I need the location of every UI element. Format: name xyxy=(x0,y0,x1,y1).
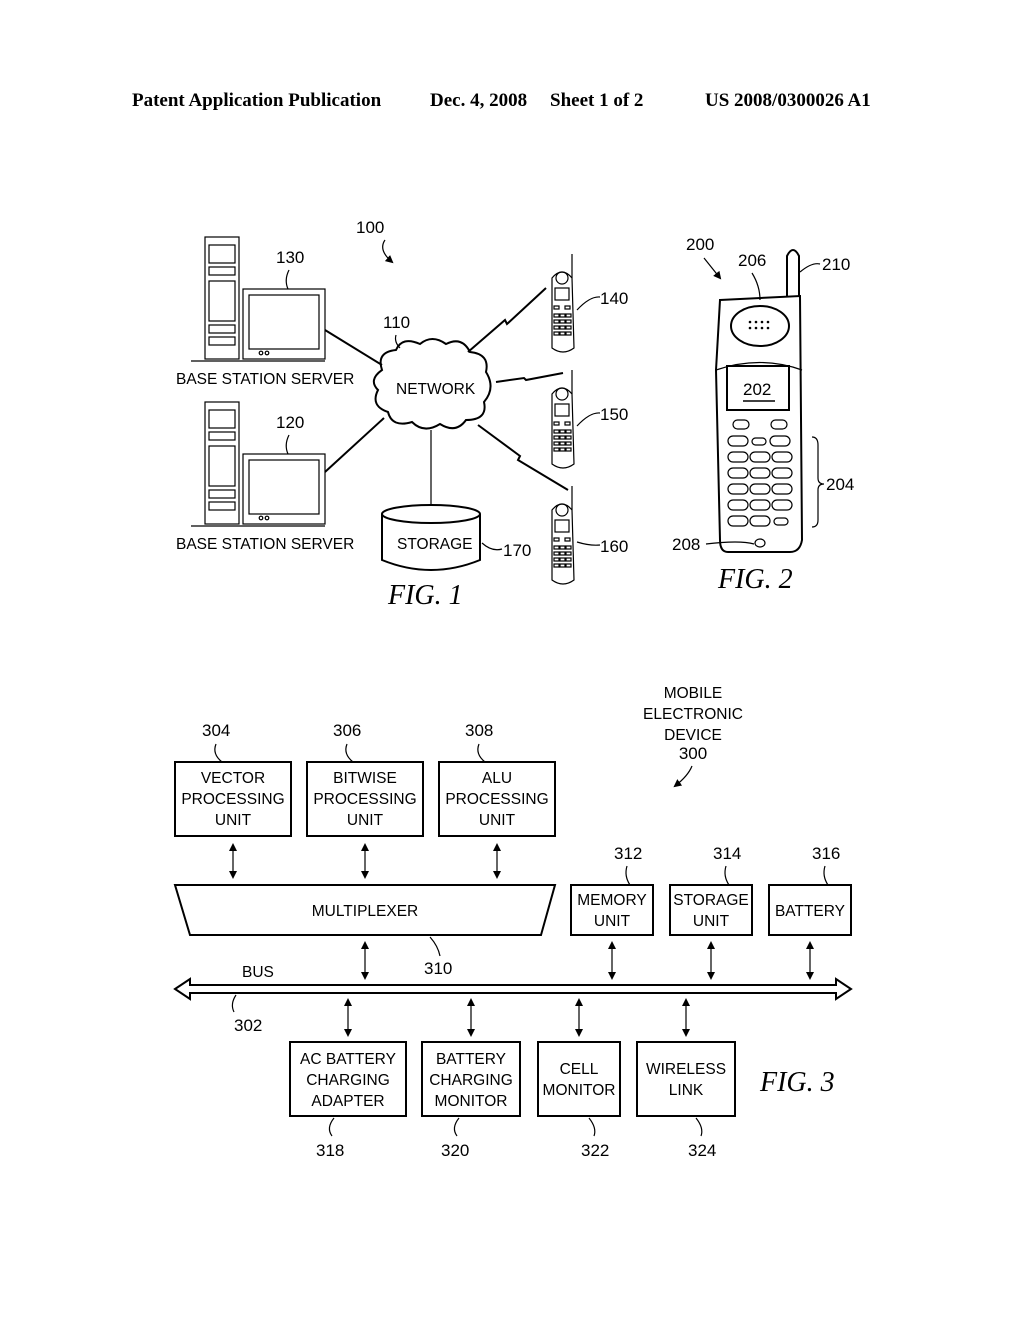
ref-318: 318 xyxy=(316,1141,344,1160)
ref-302: 302 xyxy=(234,1016,262,1035)
device-title-line-3: DEVICE xyxy=(664,727,722,744)
unit-312-line-2: UNIT xyxy=(594,913,631,930)
unit-306-line-3: UNIT xyxy=(347,812,384,829)
unit-318-line-2: CHARGING xyxy=(306,1072,390,1089)
fig2: 200 206 210 202 204 208 FIG. 2 xyxy=(672,235,854,595)
unit-318: AC BATTERY CHARGING ADAPTER 318 xyxy=(289,1041,407,1160)
wireless-link-140 xyxy=(467,287,547,353)
unit-306-line-1: BITWISE xyxy=(333,770,397,787)
phone-160-icon xyxy=(551,485,575,585)
unit-318-line-3: ADAPTER xyxy=(311,1093,384,1110)
ref-200: 200 xyxy=(686,235,714,254)
ref-320: 320 xyxy=(441,1141,469,1160)
ref-210: 210 xyxy=(822,255,850,274)
fig3-caption: FIG. 3 xyxy=(759,1067,835,1098)
server-120-icon xyxy=(190,401,326,527)
ref-206: 206 xyxy=(738,251,766,270)
ref-170: 170 xyxy=(503,541,531,560)
ref-160: 160 xyxy=(600,537,628,556)
fig3: MOBILE ELECTRONIC DEVICE 300 304 VECTOR … xyxy=(173,685,853,1160)
unit-306-line-2: PROCESSING xyxy=(313,791,416,808)
phone-150-icon xyxy=(551,369,575,469)
wireless-link-160 xyxy=(477,424,569,491)
unit-304-line-3: UNIT xyxy=(215,812,252,829)
unit-304: 304 VECTOR PROCESSING UNIT xyxy=(174,721,292,837)
unit-314: 314 STORAGE UNIT xyxy=(669,844,753,936)
unit-324-line-2: LINK xyxy=(669,1082,704,1099)
patent-drawings: 100 130 BASE STATION SERVER 120 BASE STA… xyxy=(173,218,854,1160)
network-label: NETWORK xyxy=(396,381,476,398)
ref-304: 304 xyxy=(202,721,230,740)
fig1-caption: FIG. 1 xyxy=(387,580,463,611)
unit-320-line-2: CHARGING xyxy=(429,1072,513,1089)
wireless-link-150 xyxy=(495,372,564,383)
unit-320-line-1: BATTERY xyxy=(436,1051,506,1068)
fig2-caption: FIG. 2 xyxy=(717,564,793,595)
multiplexer-label: MULTIPLEXER xyxy=(312,903,419,920)
unit-320: BATTERY CHARGING MONITOR 320 xyxy=(421,1041,521,1160)
ref-314: 314 xyxy=(713,844,741,863)
unit-304-line-1: VECTOR xyxy=(201,770,265,787)
ref-310: 310 xyxy=(424,959,452,978)
link-120-network xyxy=(324,417,385,473)
keypad-brace xyxy=(811,436,825,528)
unit-324-line-1: WIRELESS xyxy=(646,1061,726,1078)
unit-324: WIRELESS LINK 324 xyxy=(636,1041,736,1160)
ref-312: 312 xyxy=(614,844,642,863)
ref-100: 100 xyxy=(356,218,384,237)
unit-320-line-3: MONITOR xyxy=(435,1093,508,1110)
phone-140-icon xyxy=(551,253,575,353)
ref-306: 306 xyxy=(333,721,361,740)
unit-308-line-2: PROCESSING xyxy=(445,791,548,808)
unit-314-line-1: STORAGE xyxy=(673,892,749,909)
ref-120: 120 xyxy=(276,413,304,432)
server-label-120: BASE STATION SERVER xyxy=(176,536,354,553)
unit-312: 312 MEMORY UNIT xyxy=(570,844,654,936)
ref-208: 208 xyxy=(672,535,700,554)
ref-arrow-100 xyxy=(382,239,394,264)
unit-308-line-1: ALU xyxy=(482,770,512,787)
ref-130: 130 xyxy=(276,248,304,267)
ref-300: 300 xyxy=(679,744,707,763)
bus-label: BUS xyxy=(242,964,274,981)
unit-306: 306 BITWISE PROCESSING UNIT xyxy=(306,721,424,837)
ref-322: 322 xyxy=(581,1141,609,1160)
ref-150: 150 xyxy=(600,405,628,424)
server-130-icon xyxy=(190,236,326,362)
unit-318-line-1: AC BATTERY xyxy=(300,1051,396,1068)
bus-arrow xyxy=(173,977,853,1001)
ref-316: 316 xyxy=(812,844,840,863)
ref-110: 110 xyxy=(383,313,410,332)
ref-308: 308 xyxy=(465,721,493,740)
unit-322-line-1: CELL xyxy=(560,1061,599,1078)
ref-204: 204 xyxy=(826,475,854,494)
link-130-network xyxy=(324,329,383,366)
device-title-line-2: ELECTRONIC xyxy=(643,706,743,723)
unit-308-line-3: UNIT xyxy=(479,812,516,829)
unit-304-line-2: PROCESSING xyxy=(181,791,284,808)
unit-316-line-1: BATTERY xyxy=(775,903,845,920)
server-label-130: BASE STATION SERVER xyxy=(176,371,354,388)
fig1: 100 130 BASE STATION SERVER 120 BASE STA… xyxy=(176,218,628,611)
device-title-line-1: MOBILE xyxy=(664,685,723,702)
unit-322: CELL MONITOR 322 xyxy=(537,1041,621,1160)
ref-140: 140 xyxy=(600,289,628,308)
storage-label: STORAGE xyxy=(397,536,473,553)
unit-308: 308 ALU PROCESSING UNIT xyxy=(438,721,556,837)
unit-316: 316 BATTERY xyxy=(768,844,852,936)
unit-312-line-1: MEMORY xyxy=(577,892,646,909)
ref-202: 202 xyxy=(743,380,771,399)
unit-322-line-2: MONITOR xyxy=(543,1082,616,1099)
ref-324: 324 xyxy=(688,1141,716,1160)
unit-314-line-2: UNIT xyxy=(693,913,730,930)
